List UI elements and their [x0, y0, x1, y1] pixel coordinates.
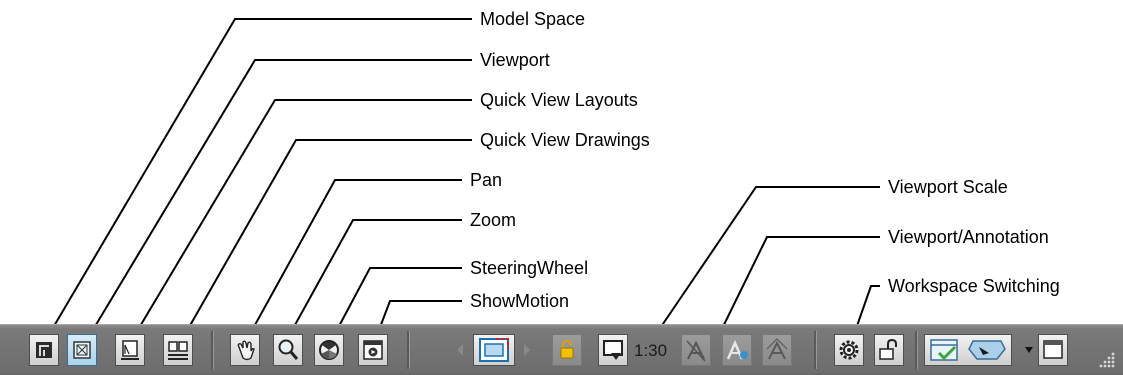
maximize-viewport-icon: [479, 338, 509, 362]
callout-label-viewport: Viewport: [480, 50, 550, 70]
quick-view-layouts-button[interactable]: [115, 334, 145, 366]
lock-icon: [560, 339, 574, 359]
palette-icon: [930, 339, 1006, 361]
callout-label-viewport-annotation: Viewport/Annotation: [888, 227, 1049, 247]
callout-label-pan: Pan: [470, 170, 503, 190]
clean-screen-icon: [1043, 340, 1063, 359]
showmotion-icon: [363, 340, 383, 360]
showmotion-button[interactable]: [358, 334, 388, 366]
separator: [814, 331, 817, 369]
callout-line-quick-view-drawings: [179, 139, 472, 344]
prev-arrow-icon[interactable]: [455, 342, 465, 358]
workspace-gear-icon: [839, 340, 859, 360]
model-space-icon: [36, 342, 52, 358]
workspace-switching-button[interactable]: [834, 334, 864, 366]
callout-label-quick-view-layouts: Quick View Layouts: [480, 90, 638, 110]
separator: [211, 331, 214, 369]
callout-label-workspace-switching: Workspace Switching: [888, 276, 1060, 296]
separator: [407, 331, 410, 369]
toolbar-lock-icon: [879, 338, 897, 360]
steeringwheel-button[interactable]: [314, 334, 344, 366]
zoom-button[interactable]: [273, 334, 303, 366]
callout-line-pan: [244, 179, 462, 344]
quick-view-layouts-icon: [121, 340, 139, 360]
zoom-icon: [278, 339, 299, 360]
callout-label-model-space: Model Space: [480, 9, 586, 29]
viewport-scale-button[interactable]: [598, 334, 628, 366]
separator: [915, 331, 918, 369]
status-bar: 1:30: [0, 324, 1123, 375]
callout-label-quick-view-drawings: Quick View Drawings: [480, 130, 650, 150]
viewport-scale-value[interactable]: 1:30: [634, 341, 667, 361]
viewport-scale-icon: [603, 340, 623, 360]
model-space-button[interactable]: [29, 334, 59, 366]
palette-button[interactable]: [924, 334, 1012, 366]
callout-line-quick-view-layouts: [129, 99, 472, 344]
annotation-scale-button[interactable]: [762, 334, 792, 366]
callout-label-viewport-scale: Viewport Scale: [888, 177, 1008, 197]
maximize-viewport-button[interactable]: [473, 334, 515, 366]
steeringwheel-icon: [319, 340, 339, 360]
lock-button[interactable]: [552, 334, 582, 366]
toolbar-lock-button[interactable]: [874, 334, 904, 366]
quick-view-drawings-button[interactable]: [163, 334, 193, 366]
resize-grip-icon[interactable]: [1098, 351, 1116, 369]
annotation-visibility-button[interactable]: [681, 334, 711, 366]
viewport-button[interactable]: [67, 334, 97, 366]
callout-label-showmotion: ShowMotion: [470, 291, 570, 311]
viewport-icon: [73, 341, 91, 359]
callout-line-viewport-scale: [649, 186, 880, 344]
annotation-autoscale-icon: [726, 339, 748, 360]
annotation-scale-icon: [766, 338, 788, 360]
next-arrow-icon[interactable]: [522, 342, 532, 358]
pan-icon: [237, 340, 255, 361]
annotation-autoscale-button[interactable]: [722, 334, 752, 366]
dropdown-arrow-icon[interactable]: [1024, 345, 1034, 355]
clean-screen-button[interactable]: [1038, 334, 1068, 366]
annotation-visibility-icon: [686, 340, 706, 362]
pan-button[interactable]: [230, 334, 260, 366]
callout-label-steeringwheel: SteeringWheel: [470, 258, 589, 278]
callout-label-zoom: Zoom: [470, 210, 517, 230]
quick-view-drawings-icon: [168, 341, 188, 360]
